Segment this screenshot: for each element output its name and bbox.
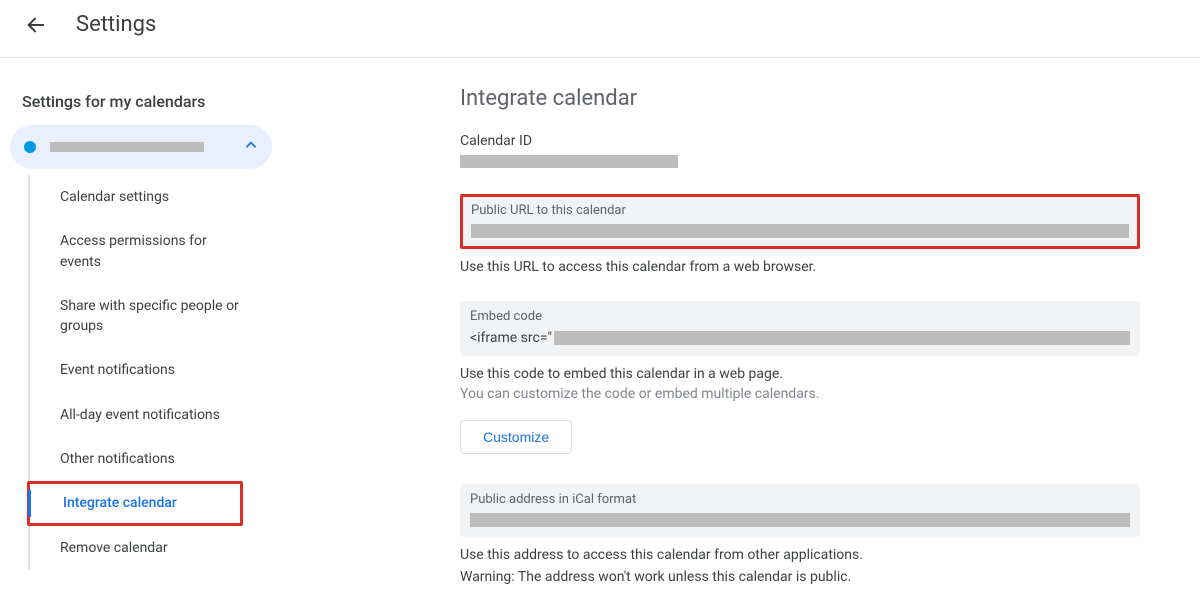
calendar-name-redacted (50, 142, 204, 152)
calendar-toggle[interactable] (10, 125, 272, 169)
ical-redacted[interactable] (470, 513, 1130, 527)
embed-help-2: You can customize the code or embed mult… (460, 386, 1140, 402)
public-url-redacted[interactable] (471, 224, 1129, 238)
public-url-help: Use this URL to access this calendar fro… (460, 259, 1140, 275)
public-url-card: Public URL to this calendar (460, 194, 1140, 249)
sidebar-item-other-notifications[interactable]: Other notifications (30, 437, 260, 481)
main-content: Integrate calendar Calendar ID Public UR… (280, 84, 1180, 611)
customize-button[interactable]: Customize (460, 420, 572, 454)
sidebar-item-allday-notifications[interactable]: All-day event notifications (30, 393, 260, 437)
sidebar-item-event-notifications[interactable]: Event notifications (30, 348, 260, 392)
calendar-id-label: Calendar ID (460, 133, 1140, 149)
sidebar-item-share[interactable]: Share with specific people or groups (30, 284, 260, 349)
sidebar-list: Calendar settings Access permissions for… (28, 175, 280, 570)
ical-warning: Warning: The address won't work unless t… (460, 569, 1140, 585)
embed-label: Embed code (470, 309, 1130, 324)
sidebar-item-calendar-settings[interactable]: Calendar settings (30, 175, 260, 219)
embed-redacted[interactable] (554, 331, 1130, 345)
section-title: Integrate calendar (460, 86, 1140, 111)
embed-help-1: Use this code to embed this calendar in … (460, 366, 1140, 382)
calendar-id-redacted (460, 155, 678, 168)
ical-label: Public address in iCal format (470, 492, 1130, 507)
chevron-up-icon (244, 138, 258, 156)
public-url-label: Public URL to this calendar (471, 203, 1129, 218)
calendar-color-dot (24, 141, 36, 153)
back-arrow-icon[interactable] (24, 13, 48, 37)
embed-prefix: <iframe src=" (470, 330, 552, 346)
embed-card: Embed code <iframe src=" (460, 301, 1140, 356)
sidebar-item-remove-calendar[interactable]: Remove calendar (30, 526, 260, 570)
sidebar: Settings for my calendars Calendar setti… (0, 84, 280, 611)
sidebar-item-integrate-calendar[interactable]: Integrate calendar (27, 481, 243, 525)
page-title: Settings (76, 12, 156, 37)
header: Settings (0, 0, 1200, 58)
ical-help: Use this address to access this calendar… (460, 547, 1140, 563)
ical-card: Public address in iCal format (460, 484, 1140, 537)
sidebar-heading: Settings for my calendars (18, 84, 280, 125)
sidebar-item-access-permissions[interactable]: Access permissions for events (30, 219, 260, 284)
